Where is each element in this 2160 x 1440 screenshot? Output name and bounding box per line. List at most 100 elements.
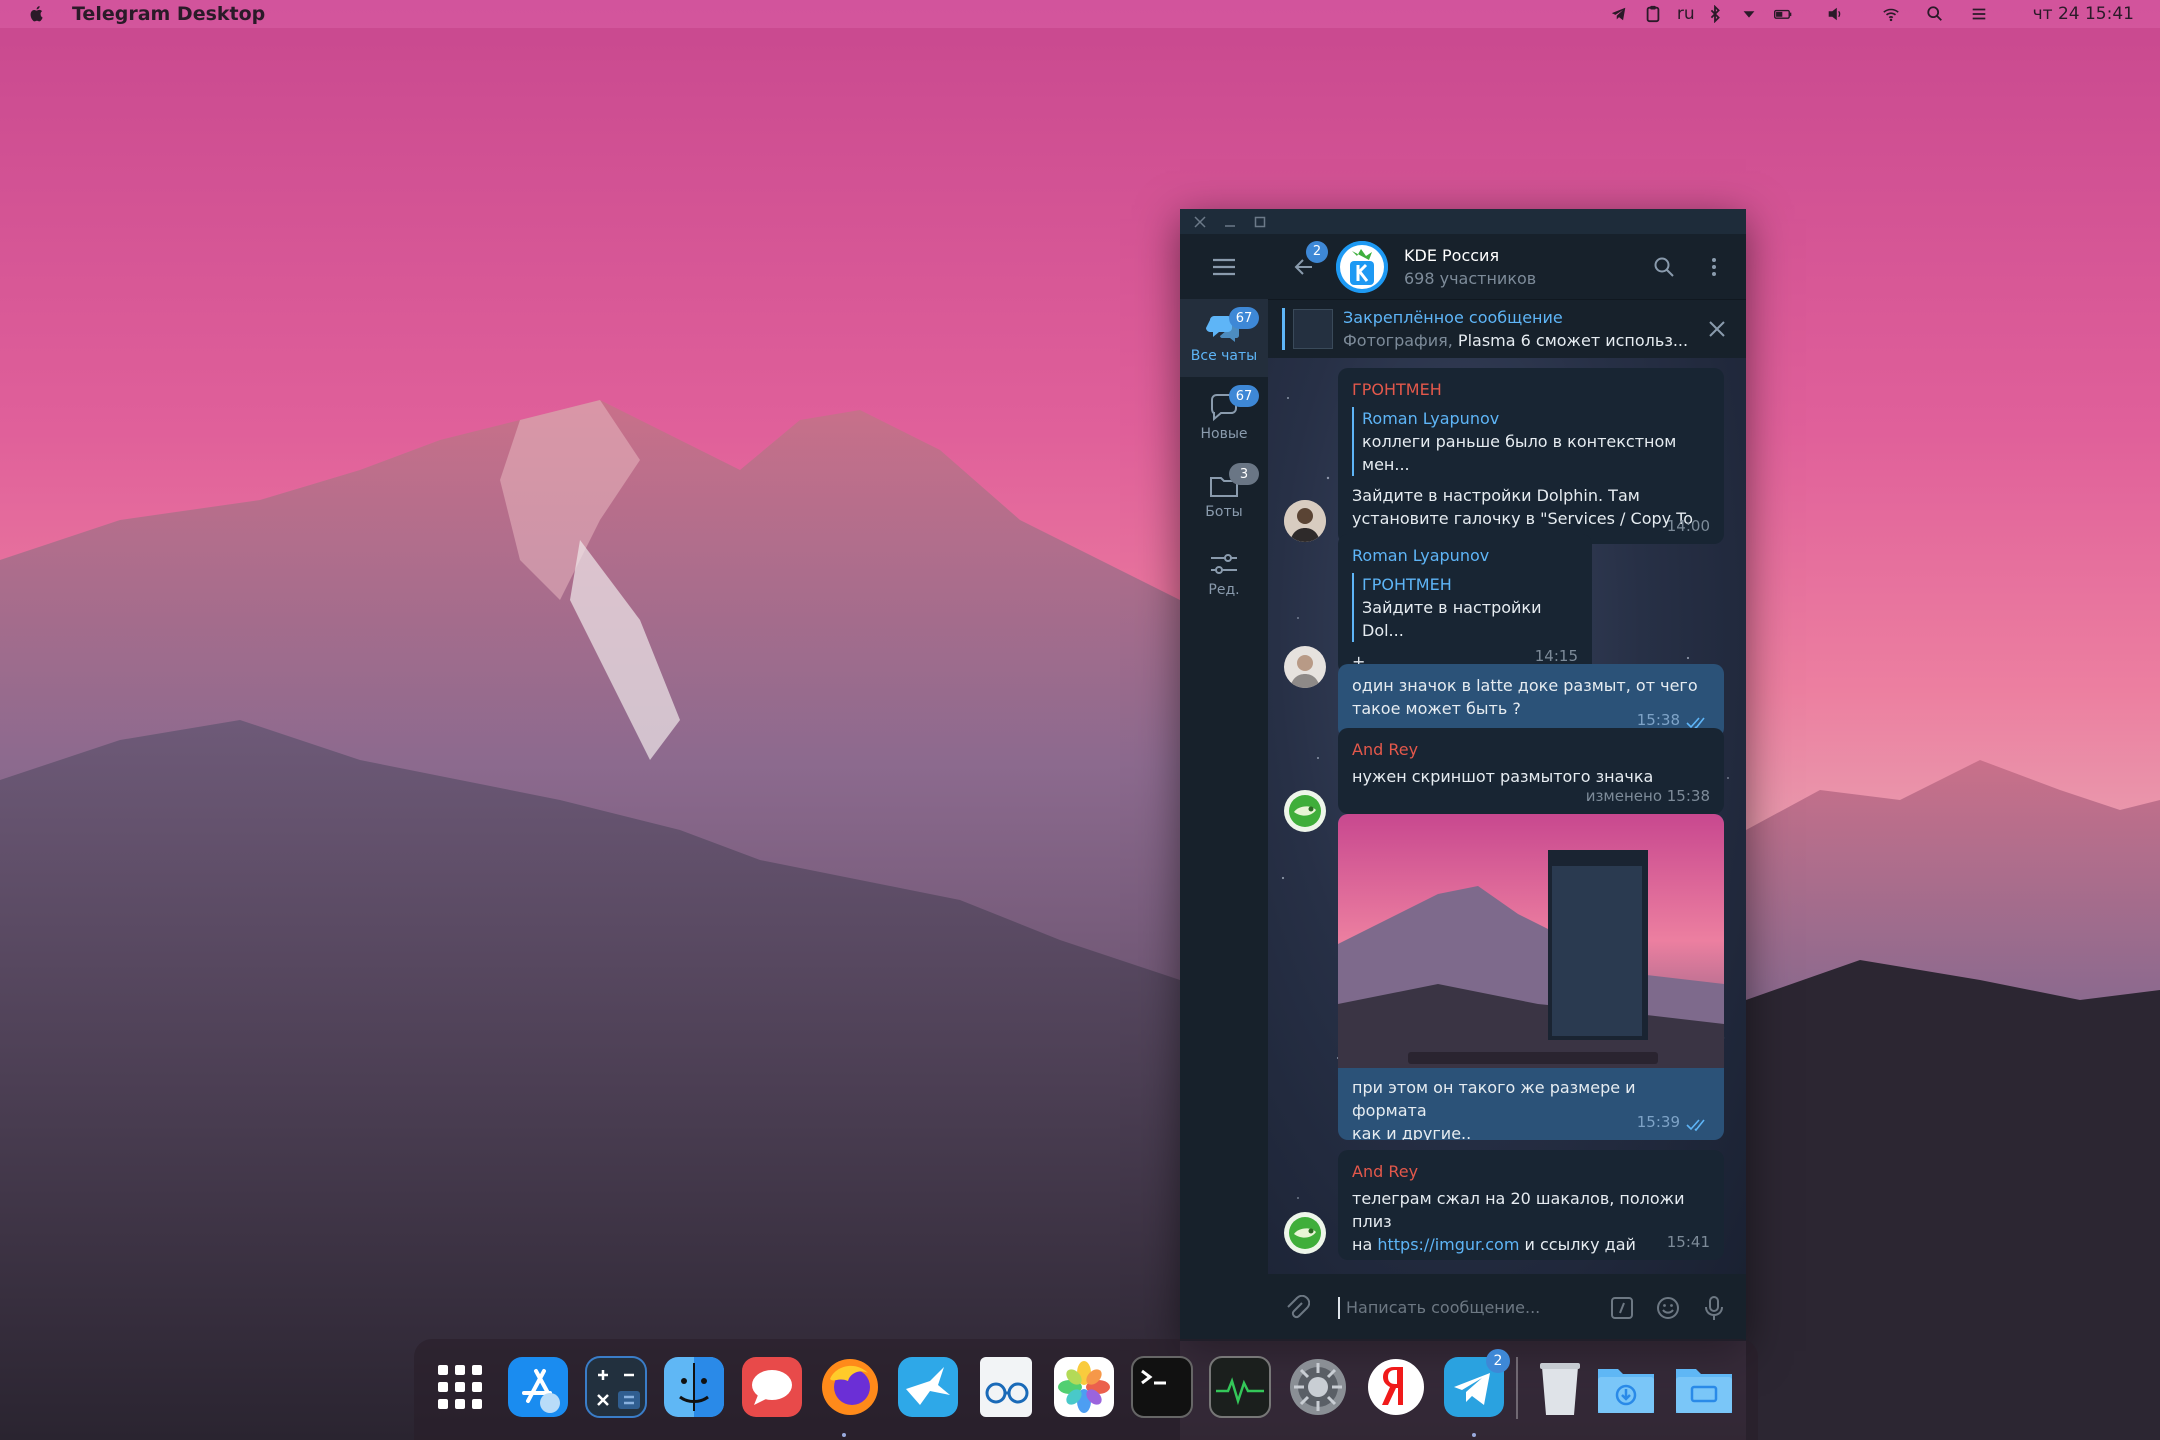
pinned-preview: Фотография, Plasma 6 сможет использ... xyxy=(1343,331,1688,350)
close-icon xyxy=(1194,215,1206,228)
back-unread-badge: 2 xyxy=(1306,240,1328,263)
chevron-down-icon[interactable] xyxy=(1735,0,1763,28)
message-input[interactable]: Написать сообщение... xyxy=(1338,1296,1608,1319)
telegram-icon[interactable]: 2 xyxy=(1442,1349,1510,1419)
user-photo-icon xyxy=(1284,646,1326,688)
minimize-window-button[interactable] xyxy=(1220,212,1240,232)
back-button[interactable]: 2 xyxy=(1284,240,1328,287)
keyboard-layout-indicator[interactable]: ru xyxy=(1677,4,1695,24)
message-text-line: Зайдите в настройки Dolphin. Там xyxy=(1352,486,1640,505)
folder-label: Новые xyxy=(1200,426,1248,442)
search-icon[interactable] xyxy=(1921,0,1949,28)
reply-text: коллеги раньше было в контекстном мен... xyxy=(1362,432,1677,474)
avatar[interactable] xyxy=(1284,1212,1326,1254)
message-time: 15:39 xyxy=(1636,1113,1680,1131)
unread-badge: 3 xyxy=(1229,463,1259,485)
pinned-text: Закреплённое сообщение Фотография, Plasm… xyxy=(1343,308,1688,350)
more-vertical-icon[interactable] xyxy=(1702,255,1726,279)
clipboard-icon[interactable] xyxy=(1639,0,1667,28)
search-icon[interactable] xyxy=(1652,255,1676,279)
double-check-icon xyxy=(1686,1119,1705,1132)
active-app-name[interactable]: Telegram Desktop xyxy=(72,3,265,25)
message-bubble[interactable]: Roman Lyapunov ГРОНТМЕН Зайдите в настро… xyxy=(1338,534,1592,674)
telegram-dock-badge: 2 xyxy=(1486,1349,1510,1373)
bird-app-icon[interactable] xyxy=(896,1355,960,1419)
folder-bots[interactable]: 3 Боты xyxy=(1180,455,1268,533)
folder-all-chats[interactable]: 67 Все чаты xyxy=(1180,299,1268,377)
message-bubble[interactable]: ГРОНТМЕН Roman Lyapunov коллеги раньше б… xyxy=(1338,368,1724,574)
outgoing-message-bubble[interactable]: один значок в latte доке размыт, от чего… xyxy=(1338,664,1724,738)
chat-avatar[interactable] xyxy=(1336,240,1388,293)
bot-commands-icon[interactable] xyxy=(1608,1294,1636,1322)
preview-icon[interactable] xyxy=(974,1355,1038,1419)
app-grid-icon[interactable] xyxy=(428,1355,492,1419)
system-preferences-icon[interactable] xyxy=(1286,1355,1350,1419)
finder-icon[interactable] xyxy=(662,1355,726,1419)
message-time: 14:00 xyxy=(1666,517,1710,535)
message-time: 15:41 xyxy=(1666,1233,1710,1251)
text-segment: и ссылку дай xyxy=(1519,1235,1636,1254)
photos-icon[interactable] xyxy=(1052,1355,1116,1419)
microphone-icon[interactable] xyxy=(1700,1294,1728,1322)
maximize-window-button[interactable] xyxy=(1250,212,1270,232)
close-icon[interactable] xyxy=(1706,318,1728,340)
activity-monitor-icon[interactable] xyxy=(1208,1355,1272,1419)
message-list[interactable]: ГРОНТМЕН Roman Lyapunov коллеги раньше б… xyxy=(1268,358,1746,1274)
terminal-icon[interactable] xyxy=(1130,1355,1194,1419)
clock[interactable]: чт 24 15:41 xyxy=(2033,4,2134,24)
apple-icon[interactable] xyxy=(28,4,46,24)
folder-new[interactable]: 67 Новые xyxy=(1180,377,1268,455)
volume-icon[interactable] xyxy=(1821,0,1849,28)
message-author[interactable]: ГРОНТМЕН xyxy=(1352,378,1710,401)
user-photo-icon xyxy=(1284,790,1326,832)
paperclip-icon[interactable] xyxy=(1284,1294,1310,1321)
trash-icon[interactable] xyxy=(1528,1355,1592,1419)
dock: 2 xyxy=(414,1339,1758,1440)
attached-screenshot-image[interactable] xyxy=(1338,814,1724,1068)
message-time: изменено 15:38 xyxy=(1585,787,1710,805)
telegram-tray-icon[interactable] xyxy=(1605,0,1633,28)
chat-subtitle: 698 участников xyxy=(1404,268,1537,288)
user-photo-icon xyxy=(1284,1212,1326,1254)
folder-edit[interactable]: Ред. xyxy=(1180,533,1268,611)
reply-quote[interactable]: Roman Lyapunov коллеги раньше было в кон… xyxy=(1352,407,1710,476)
avatar[interactable] xyxy=(1284,500,1326,542)
unread-badge: 67 xyxy=(1229,385,1259,407)
message-bubble[interactable]: And Rey нужен скриншот размытого значка … xyxy=(1338,728,1724,814)
reply-quote[interactable]: ГРОНТМЕН Зайдите в настройки Dol... xyxy=(1352,573,1578,642)
app-store-icon[interactable] xyxy=(506,1355,570,1419)
kde-logo-icon xyxy=(1336,240,1388,293)
message-author[interactable]: Roman Lyapunov xyxy=(1352,544,1578,567)
wifi-icon[interactable] xyxy=(1877,0,1905,28)
reply-author: Roman Lyapunov xyxy=(1362,409,1500,428)
user-photo-icon xyxy=(1284,500,1326,542)
pinned-title: Закреплённое сообщение xyxy=(1343,308,1563,327)
pinned-snippet: Plasma 6 сможет использ... xyxy=(1457,331,1689,350)
window-titlebar[interactable] xyxy=(1180,209,1746,234)
pinned-message-bar[interactable]: Закреплённое сообщение Фотография, Plasm… xyxy=(1268,299,1746,358)
yandex-browser-icon[interactable] xyxy=(1364,1355,1428,1419)
chat-info[interactable]: KDE Россия 698 участников xyxy=(1404,246,1536,288)
avatar[interactable] xyxy=(1284,646,1326,688)
close-window-button[interactable] xyxy=(1190,212,1210,232)
calculator-icon[interactable] xyxy=(584,1355,648,1419)
menu-button[interactable] xyxy=(1180,234,1268,299)
notifications-icon[interactable] xyxy=(1965,0,1993,28)
downloads-folder-icon[interactable] xyxy=(1594,1355,1658,1419)
message-bubble[interactable]: And Rey телеграм сжал на 20 шакалов, пол… xyxy=(1338,1150,1724,1260)
menu-bar: Telegram Desktop ru чт 24 15:41 xyxy=(0,0,2160,28)
avatar[interactable] xyxy=(1284,790,1326,832)
message-link[interactable]: https://imgur.com xyxy=(1377,1235,1519,1254)
messages-icon[interactable] xyxy=(740,1355,804,1419)
system-tray: ru чт 24 15:41 xyxy=(1599,0,2160,28)
message-author[interactable]: And Rey xyxy=(1352,738,1710,761)
battery-icon[interactable] xyxy=(1769,0,1797,28)
firefox-icon[interactable] xyxy=(818,1355,882,1419)
running-indicator xyxy=(842,1433,846,1437)
pinned-prefix: Фотография, xyxy=(1343,331,1453,350)
desktop-folder-icon[interactable] xyxy=(1672,1355,1736,1419)
outgoing-photo-message[interactable]: при этом он такого же размере и формата … xyxy=(1338,814,1724,1140)
message-author[interactable]: And Rey xyxy=(1352,1160,1710,1183)
bluetooth-icon[interactable] xyxy=(1701,0,1729,28)
emoji-icon[interactable] xyxy=(1654,1294,1682,1322)
